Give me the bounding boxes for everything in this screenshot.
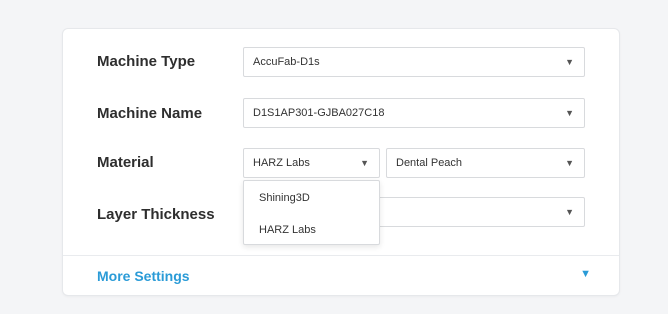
more-settings-link[interactable]: More Settings [97, 268, 190, 284]
machine-type-select[interactable]: AccuFab-D1s ▼ [243, 47, 585, 77]
machine-name-label: Machine Name [97, 105, 203, 122]
material-brand-select[interactable]: HARZ Labs ▼ [243, 148, 380, 178]
machine-type-value: AccuFab-D1s [253, 56, 320, 68]
print-settings-panel: Machine Type AccuFab-D1s ▼ Machine Name … [62, 28, 620, 296]
material-brand-value: HARZ Labs [253, 157, 310, 169]
dropdown-option-shining3d[interactable]: Shining3D [259, 192, 310, 204]
material-resin-value: Dental Peach [396, 157, 463, 169]
material-label: Material [97, 154, 154, 171]
chevron-down-icon: ▼ [360, 158, 369, 168]
chevron-down-icon: ▼ [565, 158, 574, 168]
divider [63, 255, 619, 256]
layer-thickness-label: Layer Thickness [97, 206, 215, 223]
chevron-down-icon: ▼ [565, 57, 574, 67]
material-brand-dropdown: Shining3D HARZ Labs [243, 180, 380, 245]
machine-name-value: D1S1AP301-GJBA027C18 [253, 107, 385, 119]
machine-name-select[interactable]: D1S1AP301-GJBA027C18 ▼ [243, 98, 585, 128]
chevron-down-icon: ▼ [565, 207, 574, 217]
machine-type-label: Machine Type [97, 53, 196, 70]
material-resin-select[interactable]: Dental Peach ▼ [386, 148, 585, 178]
dropdown-option-harz-labs[interactable]: HARZ Labs [259, 224, 316, 236]
expand-chevron-icon[interactable]: ▼ [580, 268, 591, 280]
chevron-down-icon: ▼ [565, 108, 574, 118]
